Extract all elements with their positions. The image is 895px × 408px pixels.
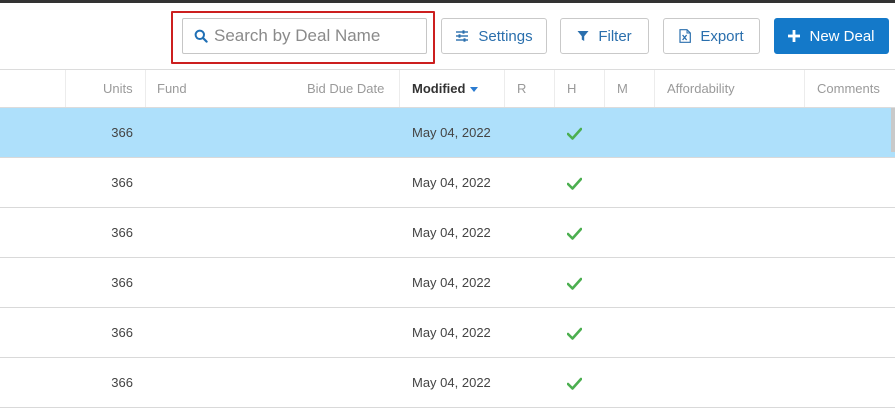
modified-cell: May 04, 2022 bbox=[412, 125, 491, 140]
column-separator bbox=[554, 70, 555, 107]
table-row[interactable]: 366 May 04, 2022 bbox=[0, 108, 895, 158]
modified-cell: May 04, 2022 bbox=[412, 225, 491, 240]
column-header-r[interactable]: R bbox=[517, 81, 526, 96]
column-header-bid-due-date[interactable]: Bid Due Date bbox=[307, 81, 384, 96]
units-cell: 366 bbox=[111, 275, 133, 290]
export-button[interactable]: Export bbox=[663, 18, 760, 54]
search-box[interactable] bbox=[182, 18, 427, 54]
sort-descending-icon bbox=[470, 87, 479, 93]
search-icon bbox=[194, 29, 208, 43]
search-input[interactable] bbox=[214, 26, 414, 46]
column-header-affordability[interactable]: Affordability bbox=[667, 81, 735, 96]
table-row[interactable]: 366 May 04, 2022 bbox=[0, 208, 895, 258]
table-row[interactable]: 366 May 04, 2022 bbox=[0, 258, 895, 308]
sliders-icon bbox=[456, 30, 469, 42]
table-row[interactable]: 366 May 04, 2022 bbox=[0, 358, 895, 408]
toolbar: Settings Filter Export New Deal bbox=[0, 3, 895, 69]
checkmark-icon bbox=[567, 227, 582, 240]
export-label: Export bbox=[700, 27, 744, 45]
column-header-units[interactable]: Units bbox=[103, 81, 133, 96]
table-body: 366 May 04, 2022 366 May 04, 2022 366 May 04,… bbox=[0, 108, 895, 408]
new-deal-button[interactable]: New Deal bbox=[774, 18, 889, 54]
funnel-icon bbox=[577, 31, 589, 41]
units-cell: 366 bbox=[111, 375, 133, 390]
column-header-modified-label: Modified bbox=[412, 81, 466, 96]
modified-cell: May 04, 2022 bbox=[412, 175, 491, 190]
units-cell: 366 bbox=[111, 175, 133, 190]
column-header-modified[interactable]: Modified bbox=[412, 81, 479, 96]
scrollbar-thumb[interactable] bbox=[891, 108, 895, 152]
column-separator bbox=[654, 70, 655, 107]
column-separator bbox=[65, 70, 66, 107]
settings-label: Settings bbox=[478, 27, 533, 45]
modified-cell: May 04, 2022 bbox=[412, 375, 491, 390]
table-header: Units Fund Bid Due Date Modified R H M A… bbox=[0, 69, 895, 108]
units-cell: 366 bbox=[111, 325, 133, 340]
column-separator bbox=[145, 70, 146, 107]
column-separator bbox=[804, 70, 805, 107]
filter-button[interactable]: Filter bbox=[560, 18, 649, 54]
modified-cell: May 04, 2022 bbox=[412, 275, 491, 290]
column-separator bbox=[399, 70, 400, 107]
filter-label: Filter bbox=[598, 27, 632, 45]
plus-icon bbox=[788, 30, 801, 42]
column-header-fund[interactable]: Fund bbox=[157, 81, 187, 96]
new-deal-label: New Deal bbox=[809, 27, 875, 45]
column-header-comments[interactable]: Comments bbox=[817, 81, 880, 96]
checkmark-icon bbox=[567, 327, 582, 340]
checkmark-icon bbox=[567, 377, 582, 390]
checkmark-icon bbox=[567, 277, 582, 290]
checkmark-icon bbox=[567, 177, 582, 190]
checkmark-icon bbox=[567, 127, 582, 140]
units-cell: 366 bbox=[111, 125, 133, 140]
excel-file-icon bbox=[679, 29, 692, 43]
column-header-h[interactable]: H bbox=[567, 81, 576, 96]
table-row[interactable]: 366 May 04, 2022 bbox=[0, 308, 895, 358]
units-cell: 366 bbox=[111, 225, 133, 240]
settings-button[interactable]: Settings bbox=[441, 18, 547, 54]
column-separator bbox=[504, 70, 505, 107]
column-header-m[interactable]: M bbox=[617, 81, 628, 96]
table-row[interactable]: 366 May 04, 2022 bbox=[0, 158, 895, 208]
modified-cell: May 04, 2022 bbox=[412, 325, 491, 340]
column-separator bbox=[604, 70, 605, 107]
